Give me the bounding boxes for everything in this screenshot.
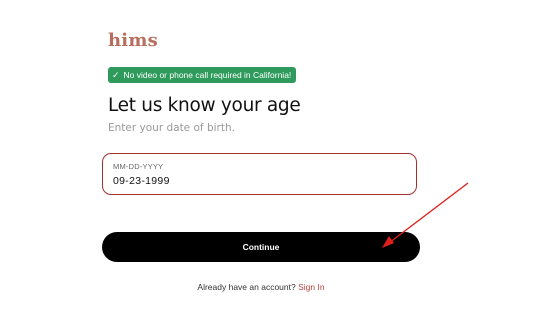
sign-in-prompt: Already have an account? <box>197 282 296 292</box>
hims-logo[interactable]: hims <box>108 30 158 51</box>
page-subtitle: Enter your date of birth. <box>108 122 235 134</box>
continue-button[interactable]: Continue <box>102 232 420 262</box>
date-of-birth-field[interactable]: MM-DD-YYYY 09-23-1999 <box>102 153 417 195</box>
date-of-birth-value[interactable]: 09-23-1999 <box>113 175 170 187</box>
california-notice-badge: ✓ No video or phone call required in Cal… <box>108 67 297 83</box>
date-format-label: MM-DD-YYYY <box>113 162 164 171</box>
badge-text: No video or phone call required in Calif… <box>123 70 292 80</box>
check-icon: ✓ <box>112 69 120 80</box>
sign-in-link[interactable]: Sign In <box>298 282 324 292</box>
page-title: Let us know your age <box>108 95 301 116</box>
sign-in-row: Already have an account? Sign In <box>0 282 522 292</box>
